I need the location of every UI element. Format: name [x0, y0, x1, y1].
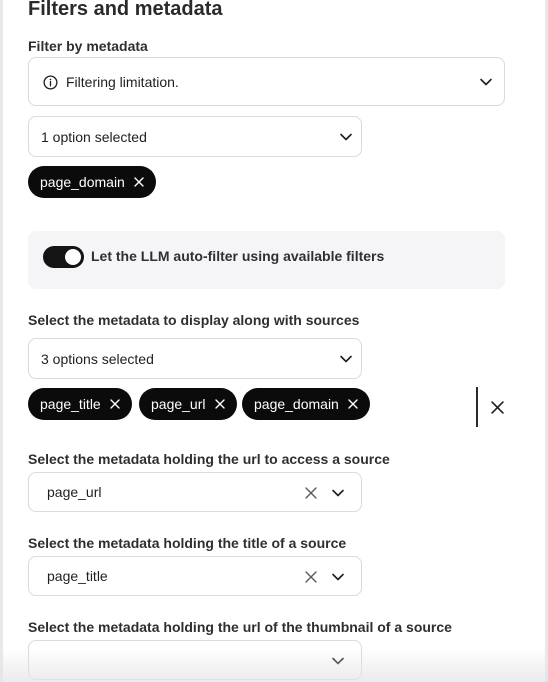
close-icon[interactable]: [348, 399, 358, 409]
chip-label: page_domain: [254, 396, 339, 412]
info-icon: [43, 75, 58, 90]
page-title: Filters and metadata: [28, 0, 223, 20]
filter-chip-page-domain[interactable]: page_domain: [28, 166, 156, 198]
display-metadata-label: Select the metadata to display along wit…: [28, 312, 360, 328]
filter-by-metadata-label: Filter by metadata: [28, 38, 148, 54]
chevron-down-icon: [480, 78, 492, 86]
filter-metadata-select[interactable]: 1 option selected: [28, 116, 362, 157]
url-select-value: page_url: [47, 484, 102, 500]
chevron-down-icon: [340, 133, 352, 141]
chevron-down-icon: [332, 657, 344, 665]
chip-label: page_domain: [40, 174, 125, 190]
display-metadata-select[interactable]: 3 options selected: [28, 338, 362, 379]
display-select-value: 3 options selected: [41, 351, 154, 367]
close-icon[interactable]: [110, 399, 120, 409]
chevron-down-icon: [332, 489, 344, 497]
clear-icon[interactable]: [305, 487, 317, 499]
title-metadata-select[interactable]: page_title: [28, 556, 362, 596]
filter-select-value: 1 option selected: [41, 129, 147, 145]
frame-left-edge: [0, 0, 3, 682]
text-cursor-divider: [476, 387, 478, 427]
close-icon[interactable]: [214, 399, 225, 409]
clear-all-close-icon[interactable]: [491, 401, 504, 414]
auto-filter-label: Let the LLM auto-filter using available …: [91, 248, 385, 264]
chip-label: page_url: [151, 396, 206, 412]
filtering-limitation-expander[interactable]: Filtering limitation.: [28, 57, 505, 106]
filtering-limitation-text: Filtering limitation.: [66, 74, 179, 90]
chevron-down-icon: [332, 573, 344, 581]
url-metadata-select[interactable]: page_url: [28, 472, 362, 512]
thumbnail-metadata-select[interactable]: [28, 640, 362, 680]
auto-filter-toggle[interactable]: [43, 246, 84, 268]
url-metadata-label: Select the metadata holding the url to a…: [28, 451, 390, 467]
title-select-value: page_title: [47, 568, 108, 584]
toggle-knob: [65, 249, 81, 265]
title-metadata-label: Select the metadata holding the title of…: [28, 535, 347, 551]
chip-label: page_title: [40, 396, 101, 412]
display-chip-page-domain[interactable]: page_domain: [242, 388, 370, 420]
thumbnail-metadata-label: Select the metadata holding the url of t…: [28, 619, 452, 635]
display-chip-page-url[interactable]: page_url: [139, 388, 237, 420]
display-chip-page-title[interactable]: page_title: [28, 388, 132, 420]
chevron-down-icon: [340, 355, 352, 363]
close-icon[interactable]: [134, 177, 144, 187]
clear-icon[interactable]: [305, 571, 317, 583]
